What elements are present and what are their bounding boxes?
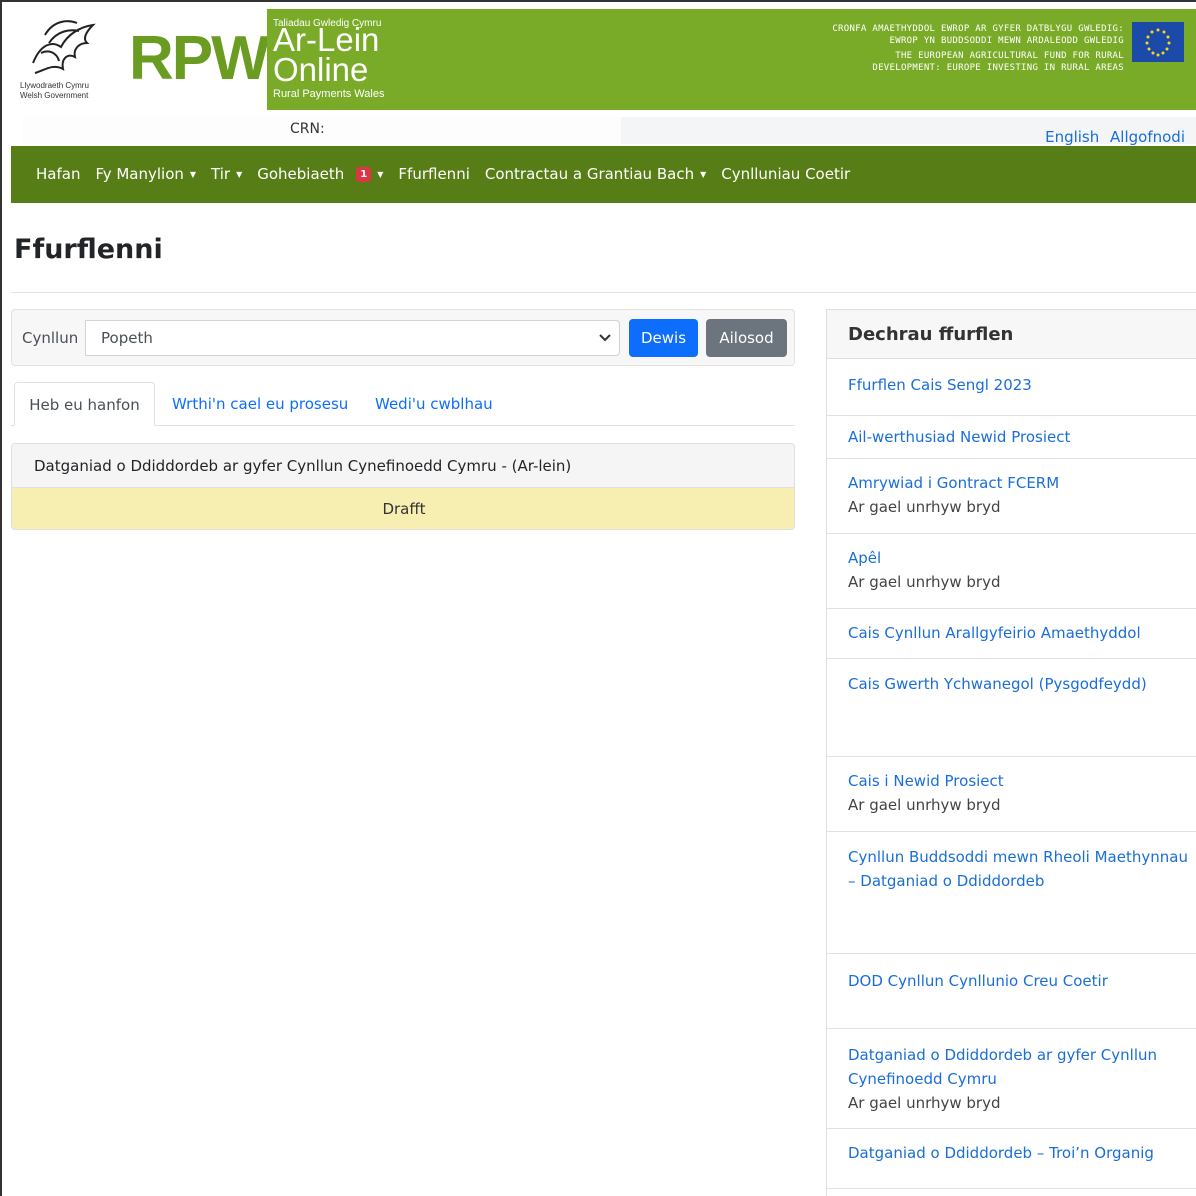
- list-item: Cais Cynllun Arallgyfeirio Amaethyddol: [827, 609, 1196, 659]
- nav-item-label: Fy Manylion: [95, 165, 184, 183]
- crn-label: CRN:: [290, 121, 325, 137]
- list-item: Cais i Newid Prosiect Ar gael unrhyw bry…: [827, 757, 1196, 832]
- caret-down-icon: ▼: [189, 169, 197, 179]
- unread-count-badge: 1: [356, 166, 372, 182]
- list-item: Datganiad o Ddiddordeb ar gyfer Cynllun …: [827, 1029, 1196, 1129]
- reset-button[interactable]: Ailosod: [706, 319, 787, 357]
- caret-down-icon: ▼: [236, 169, 243, 179]
- nav-item-label: Gohebiaeth: [257, 165, 345, 183]
- page-title: Ffurflenni: [14, 234, 163, 265]
- list-item: DOD Cynllun Cynllunio Creu Coetir: [827, 954, 1196, 1029]
- nav-item-ffurflenni[interactable]: Ffurflenni: [398, 165, 469, 183]
- form-link[interactable]: Cais i Newid Prosiect: [848, 769, 1196, 793]
- welsh-government-logo[interactable]: Llywodraeth Cymru Welsh Government: [11, 9, 115, 110]
- rpw-logo-text: RPW: [129, 24, 270, 93]
- page: Llywodraeth Cymru Welsh Government RPW T…: [11, 9, 1196, 1196]
- nav-item-label: Hafan: [36, 165, 81, 183]
- availability-text: Ar gael unrhyw bryd: [848, 498, 1001, 516]
- nav-item-label: Ffurflenni: [398, 165, 470, 183]
- eu-funding-english: THE EUROPEAN AGRICULTURAL FUND FOR RURAL…: [872, 51, 1124, 73]
- account-links-area: English Allgofnodi: [621, 117, 1196, 146]
- eu-flag-icon: [1132, 22, 1184, 62]
- nav-item-contractau[interactable]: Contractau a Grantiau Bach ▼: [485, 165, 706, 183]
- form-card-title: Datganiad o Ddiddordeb ar gyfer Cynllun …: [12, 444, 794, 488]
- brand-big-text: Ar-Lein Online: [273, 23, 379, 88]
- list-item: Cais Gwerth Ychwanegol (Pysgodfeydd): [827, 659, 1196, 757]
- form-link[interactable]: Ffurflen Cais Sengl 2023: [848, 373, 1196, 397]
- caret-down-icon: ▼: [377, 169, 384, 179]
- nav-item-hafan[interactable]: Hafan: [36, 165, 80, 183]
- form-link[interactable]: Cais Gwerth Ychwanegol (Pysgodfeydd): [848, 672, 1196, 696]
- site-header: Llywodraeth Cymru Welsh Government RPW T…: [11, 9, 1196, 110]
- scheme-filter-label: Cynllun: [22, 329, 79, 347]
- availability-text: Ar gael unrhyw bryd: [848, 1094, 1001, 1112]
- nav-item-label: Tir: [211, 165, 231, 183]
- nav-items: Hafan Fy Manylion ▼ Tir ▼ Gohebiaeth 1 ▼…: [36, 165, 865, 183]
- form-link[interactable]: DOD Cynllun Cynllunio Creu Coetir: [848, 969, 1196, 993]
- form-link[interactable]: Apêl: [848, 546, 1196, 570]
- form-link[interactable]: Datganiad o Ddiddordeb ar gyfer Cynllun …: [848, 1043, 1167, 1091]
- list-item: Apêl Ar gael unrhyw bryd: [827, 534, 1196, 609]
- availability-text: Ar gael unrhyw bryd: [848, 573, 1001, 591]
- tab-completed[interactable]: Wedi'u cwblhau: [375, 382, 493, 426]
- availability-text: Ar gael unrhyw bryd: [848, 796, 1001, 814]
- tab-not-submitted[interactable]: Heb eu hanfon: [14, 382, 155, 426]
- eu-funding-welsh: CRONFA AMAETHYDDOL EWROP AR GYFER DATBLY…: [832, 24, 1124, 46]
- nav-item-label: Cynlluniau Coetir: [721, 165, 851, 183]
- form-link[interactable]: Cais Cynllun Arallgyfeirio Amaethyddol: [848, 621, 1196, 645]
- list-item: Cynllun Buddsoddi mewn Rheoli Maethynnau…: [827, 832, 1196, 954]
- brand-sub-text: Rural Payments Wales: [273, 88, 385, 100]
- main-navigation: Hafan Fy Manylion ▼ Tir ▼ Gohebiaeth 1 ▼…: [11, 146, 1196, 203]
- list-item: Datganiad o Ddiddordeb – Troi’n Organig: [827, 1129, 1196, 1189]
- tab-processing[interactable]: Wrthi'n cael eu prosesu: [172, 382, 348, 426]
- start-form-heading: Dechrau ffurflen: [827, 309, 1196, 359]
- nav-item-cynlluniau-coetir[interactable]: Cynlluniau Coetir: [721, 165, 850, 183]
- account-links: English Allgofnodi: [1039, 128, 1185, 146]
- list-item: Amrywiad i Gontract FCERM Ar gael unrhyw…: [827, 459, 1196, 534]
- brand-big-line-2: Online: [273, 51, 369, 88]
- form-link[interactable]: Cynllun Buddsoddi mewn Rheoli Maethynnau…: [848, 845, 1189, 893]
- chevron-down-icon: [599, 321, 611, 369]
- logout-link[interactable]: Allgofnodi: [1110, 128, 1185, 146]
- nav-item-fy-manylion[interactable]: Fy Manylion ▼: [95, 165, 196, 183]
- rpw-logo[interactable]: RPW: [115, 9, 270, 110]
- status-badge: Drafft: [12, 488, 794, 529]
- form-status-tabs: Heb eu hanfon Wrthi'n cael eu prosesu We…: [11, 382, 795, 426]
- gov-name-welsh: Llywodraeth Cymru: [20, 81, 89, 90]
- scheme-select[interactable]: Popeth: [85, 320, 620, 356]
- gov-name-english: Welsh Government: [20, 91, 89, 100]
- header-green-band: Taliadau Gwledig Cymru Ar-Lein Online Ru…: [267, 9, 1196, 110]
- caret-down-icon: ▼: [700, 169, 707, 179]
- scheme-filter: Cynllun Popeth Dewis Ailosod: [11, 309, 795, 366]
- english-language-link[interactable]: English: [1045, 128, 1099, 146]
- nav-item-tir[interactable]: Tir ▼: [211, 165, 242, 183]
- select-button[interactable]: Dewis: [629, 319, 698, 357]
- list-item: Ffurflen Cais Sengl 2023: [827, 359, 1196, 416]
- nav-item-gohebiaeth[interactable]: Gohebiaeth 1 ▼: [257, 165, 383, 183]
- scheme-select-value: Popeth: [101, 329, 153, 347]
- form-link[interactable]: Ail-werthusiad Newid Prosiect: [848, 425, 1196, 449]
- form-link[interactable]: Datganiad o Ddiddordeb – Troi’n Organig: [848, 1141, 1196, 1165]
- eu-funding-text: CRONFA AMAETHYDDOL EWROP AR GYFER DATBLY…: [824, 24, 1124, 74]
- dragon-icon: [32, 20, 96, 74]
- account-strip: CRN: English Allgofnodi: [11, 110, 1196, 146]
- start-form-panel: Dechrau ffurflen Ffurflen Cais Sengl 202…: [826, 309, 1196, 1196]
- divider: [11, 292, 1196, 293]
- browser-frame: Llywodraeth Cymru Welsh Government RPW T…: [0, 0, 1196, 1196]
- list-item: Ail-werthusiad Newid Prosiect: [827, 416, 1196, 459]
- nav-item-label: Contractau a Grantiau Bach: [484, 165, 695, 183]
- form-card[interactable]: Datganiad o Ddiddordeb ar gyfer Cynllun …: [11, 443, 795, 530]
- form-link[interactable]: Amrywiad i Gontract FCERM: [848, 471, 1196, 495]
